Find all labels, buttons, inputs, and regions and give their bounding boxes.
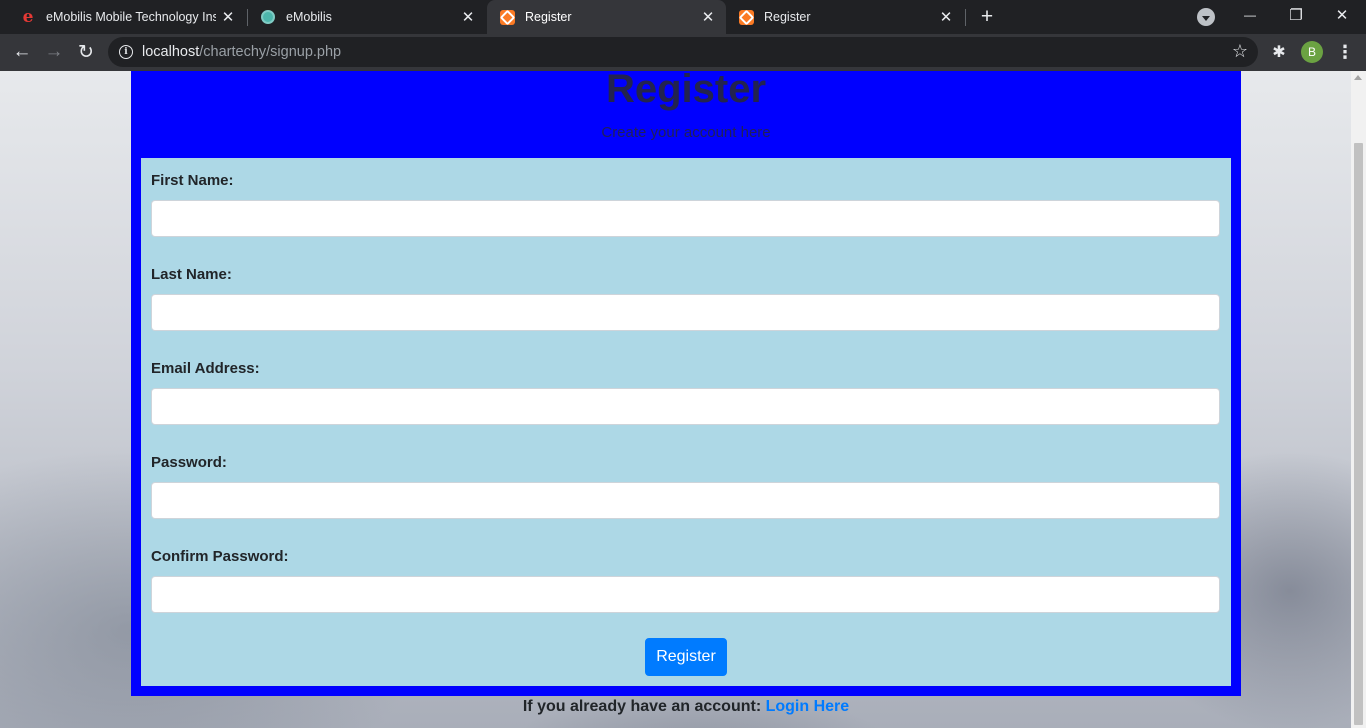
address-bar[interactable]: i localhost/chartechy/signup.php ☆ <box>108 37 1258 67</box>
back-arrow-icon[interactable]: ← <box>6 36 38 68</box>
url-path: /chartechy/signup.php <box>199 44 342 60</box>
login-link[interactable]: Login Here <box>766 698 850 715</box>
first-name-field[interactable] <box>151 200 1220 237</box>
close-icon[interactable]: ✕ <box>216 5 240 29</box>
register-button[interactable]: Register <box>645 638 727 676</box>
page-scrollbar[interactable] <box>1351 71 1366 728</box>
bookmark-star-icon[interactable]: ☆ <box>1232 41 1248 62</box>
browser-menu-icon[interactable]: ⋮ <box>1334 41 1356 63</box>
forward-arrow-icon[interactable]: → <box>38 36 70 68</box>
last-name-label: Last Name: <box>151 266 232 283</box>
emobilis-globe-icon <box>260 9 276 25</box>
last-name-field[interactable] <box>151 294 1220 331</box>
close-window-button[interactable]: ✕ <box>1319 0 1365 30</box>
browser-toolbar: ← → ↻ i localhost/chartechy/signup.php ☆… <box>0 34 1366 71</box>
password-label: Password: <box>151 454 227 471</box>
profile-avatar[interactable]: B <box>1301 41 1323 63</box>
site-info-icon[interactable]: i <box>119 45 133 59</box>
url-host: localhost <box>142 44 200 60</box>
page-title: Register <box>605 71 767 111</box>
tab-title: eMobilis <box>286 10 332 24</box>
confirm-password-label: Confirm Password: <box>151 548 289 565</box>
url-text[interactable]: localhost/chartechy/signup.php <box>142 44 341 60</box>
tab-emobilis[interactable]: eMobilis ✕ <box>248 0 486 34</box>
page-subtitle: Create your account here <box>601 124 771 141</box>
tab-register[interactable]: Register ✕ <box>726 0 964 34</box>
confirm-password-field[interactable] <box>151 576 1220 613</box>
new-tab-button[interactable]: + <box>974 5 1000 29</box>
login-prompt-text: If you already have an account: <box>522 698 762 715</box>
emobilis-e-icon: e <box>22 7 34 27</box>
login-prompt: If you already have an account: Login He… <box>0 698 1366 716</box>
minimize-button[interactable]: — <box>1227 0 1273 30</box>
page-viewport: Register Create your account here First … <box>0 71 1366 728</box>
reload-icon[interactable]: ↻ <box>70 36 102 68</box>
first-name-label: First Name: <box>151 172 234 189</box>
tab-emobilis-institute[interactable]: e eMobilis Mobile Technology Institute ✕ <box>8 0 246 34</box>
tab-title: Register <box>764 10 811 24</box>
tab-search-icon[interactable] <box>1197 8 1215 26</box>
restore-button[interactable]: ❐ <box>1273 0 1319 30</box>
close-icon[interactable]: ✕ <box>456 5 480 29</box>
close-icon[interactable]: ✕ <box>934 5 958 29</box>
xampp-icon <box>738 9 754 25</box>
xampp-icon <box>499 9 515 25</box>
tab-title: eMobilis Mobile Technology Institute <box>46 10 216 24</box>
extensions-puzzle-icon[interactable]: ✱ <box>1268 41 1290 63</box>
register-card: Register Create your account here First … <box>131 71 1241 696</box>
tab-strip: e eMobilis Mobile Technology Institute ✕… <box>0 0 1366 34</box>
password-field[interactable] <box>151 482 1220 519</box>
close-icon[interactable]: ✕ <box>696 5 720 29</box>
signup-form: First Name: Last Name: Email Address: Pa… <box>141 158 1231 686</box>
email-field[interactable] <box>151 388 1220 425</box>
tab-register-active[interactable]: Register ✕ <box>487 0 726 34</box>
email-label: Email Address: <box>151 360 260 377</box>
scroll-up-arrow-icon[interactable] <box>1354 75 1362 80</box>
tab-separator <box>965 9 966 26</box>
tab-title: Register <box>525 10 572 24</box>
scrollbar-thumb[interactable] <box>1354 143 1363 725</box>
